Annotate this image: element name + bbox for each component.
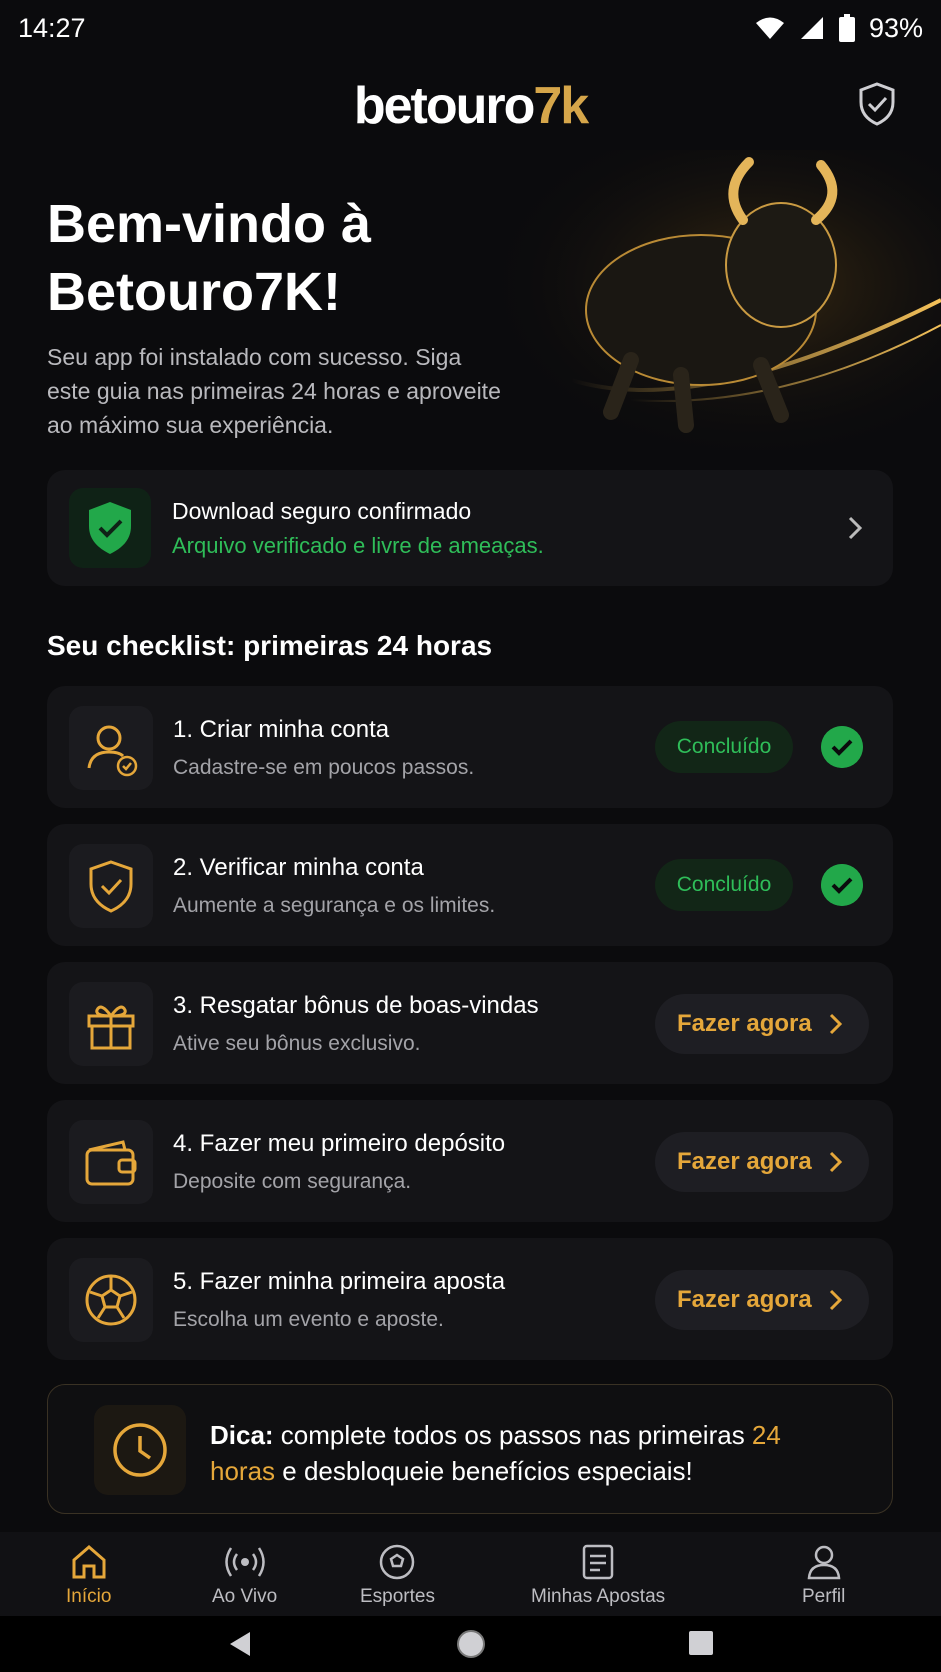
home-circle-icon[interactable]	[455, 1628, 487, 1660]
welcome-subtitle: Seu app foi instalado com sucesso. Siga …	[47, 344, 501, 438]
battery-icon	[838, 14, 855, 42]
bet-slip-icon	[582, 1544, 614, 1580]
nav-item-esportes[interactable]: Esportes	[360, 1544, 435, 1608]
green-shield-check-icon	[89, 502, 131, 554]
recents-icon[interactable]	[688, 1630, 714, 1656]
checklist-title: Seu checklist: primeiras 24 horas	[47, 630, 493, 661]
user-icon	[807, 1545, 840, 1580]
welcome-hero: Bem-vindo à Betouro7K! Seu app foi insta…	[0, 150, 941, 450]
golden-bull-illustration	[481, 150, 941, 450]
checklist-item-create-account[interactable]: 1. Criar minha conta Cadastre-se em pouc…	[47, 686, 893, 808]
status-bar: 14:27 93%	[0, 0, 941, 56]
wallet-icon	[85, 1140, 137, 1186]
check-icon	[821, 864, 863, 906]
signal-icon	[800, 17, 823, 39]
item-title: 3. Resgatar bônus de boas-vindas	[173, 992, 539, 1019]
item-title: 5. Fazer minha primeira aposta	[173, 1268, 506, 1295]
tip-text: Dica: complete todos os passos nas prime…	[210, 1420, 781, 1486]
soccer-ball-icon	[380, 1544, 415, 1580]
do-now-button[interactable]: Fazer agora	[655, 1132, 869, 1192]
live-broadcast-icon	[224, 1547, 265, 1577]
status-badge-completed: Concluído	[655, 859, 793, 911]
secure-subtitle: Arquivo verificado e livre de ameaças.	[172, 533, 544, 558]
wifi-icon	[755, 17, 784, 39]
chevron-right-icon	[829, 1289, 842, 1311]
nav-item-ao-vivo[interactable]: Ao Vivo	[212, 1544, 277, 1608]
soccer-ball-icon	[85, 1274, 137, 1326]
item-description: Ative seu bônus exclusivo.	[173, 1032, 421, 1055]
checklist-item-verify-account[interactable]: 2. Verificar minha conta Aumente a segur…	[47, 824, 893, 946]
app-header: betouro7k	[0, 70, 941, 140]
nav-item-perfil[interactable]: Perfil	[802, 1544, 845, 1608]
secure-title: Download seguro confirmado	[172, 498, 472, 524]
user-check-icon	[87, 725, 138, 777]
gift-icon	[87, 1005, 135, 1050]
security-shield-icon[interactable]	[853, 80, 901, 128]
item-description: Deposite com segurança.	[173, 1170, 412, 1193]
status-badge-completed: Concluído	[655, 721, 793, 773]
checklist-item-first-deposit[interactable]: 4. Fazer meu primeiro depósito Deposite …	[47, 1100, 893, 1222]
welcome-title: Bem-vindo à Betouro7K!	[47, 194, 372, 322]
chevron-right-icon	[829, 1013, 842, 1035]
clock-icon	[113, 1423, 167, 1477]
checklist-item-claim-bonus[interactable]: 3. Resgatar bônus de boas-vindas Ative s…	[47, 962, 893, 1084]
item-title: 1. Criar minha conta	[173, 716, 390, 743]
home-icon	[72, 1545, 106, 1579]
system-navigation-bar	[0, 1616, 941, 1672]
chevron-right-icon	[848, 516, 863, 540]
shield-check-icon	[89, 860, 133, 913]
status-time: 14:27	[18, 12, 86, 43]
item-description: Aumente a segurança e os limites.	[173, 894, 496, 917]
item-description: Cadastre-se em poucos passos.	[173, 756, 475, 779]
item-title: 4. Fazer meu primeiro depósito	[173, 1130, 506, 1157]
betouro7k-logo: betouro7k	[353, 77, 589, 135]
do-now-button[interactable]: Fazer agora	[655, 1270, 869, 1330]
tip-banner: Dica: complete todos os passos nas prime…	[47, 1384, 893, 1514]
check-icon	[821, 726, 863, 768]
item-title: 2. Verificar minha conta	[173, 854, 424, 881]
secure-download-card[interactable]: Download seguro confirmado Arquivo verif…	[47, 470, 893, 586]
nav-item-inicio[interactable]: Início	[66, 1544, 111, 1608]
nav-item-minhas-apostas[interactable]: Minhas Apostas	[531, 1544, 665, 1608]
battery-level: 93%	[868, 12, 923, 43]
back-icon[interactable]	[226, 1630, 254, 1658]
bottom-navigation: Início Ao Vivo Esportes Minhas Apostas P…	[0, 1532, 941, 1616]
item-description: Escolha um evento e aposte.	[173, 1308, 444, 1331]
chevron-right-icon	[829, 1151, 842, 1173]
do-now-button[interactable]: Fazer agora	[655, 994, 869, 1054]
checklist-item-first-bet[interactable]: 5. Fazer minha primeira aposta Escolha u…	[47, 1238, 893, 1360]
